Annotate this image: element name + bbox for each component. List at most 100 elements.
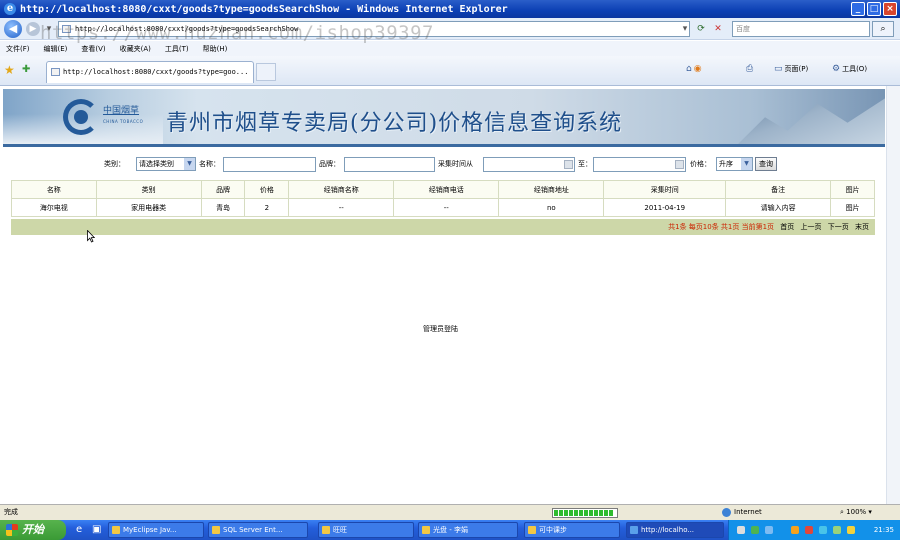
banner-mountain-decoration	[735, 98, 885, 144]
brand-label: 品牌：	[319, 160, 340, 168]
ie-logo-icon: e	[4, 3, 16, 15]
mouse-cursor-icon	[87, 230, 95, 243]
clock: 21:35	[873, 526, 894, 534]
last-page-link[interactable]: 末页	[855, 223, 869, 231]
new-tab-button[interactable]	[256, 63, 276, 81]
zoom-level[interactable]: ⌕ 100% ▾	[840, 505, 872, 520]
windows-flag-icon	[6, 524, 18, 536]
prev-page-link[interactable]: 上一页	[801, 223, 822, 231]
first-page-link[interactable]: 首页	[780, 223, 794, 231]
cell-collect-time: 2011-04-19	[603, 198, 727, 217]
vertical-scrollbar[interactable]	[886, 86, 900, 504]
folder-icon	[528, 526, 536, 534]
address-dropdown-icon[interactable]: ▾	[678, 22, 692, 36]
cell-dealer-phone: --	[393, 198, 500, 217]
name-input[interactable]	[223, 157, 316, 172]
start-button[interactable]: 开始	[0, 520, 66, 540]
column-header: 图片	[830, 180, 875, 199]
cell-dealer-address: no	[498, 198, 605, 217]
time-to-input[interactable]	[593, 157, 686, 172]
task-label: http://localho...	[641, 526, 695, 534]
taskbar-item-sync[interactable]: 可中课步	[524, 522, 620, 538]
refresh-icon[interactable]: ⟳	[694, 22, 708, 36]
maximize-button[interactable]: □	[867, 2, 881, 16]
query-button[interactable]: 查询	[755, 157, 777, 171]
cell-remark: 请输入内容	[725, 198, 832, 217]
favorites-star-icon[interactable]: ★	[4, 63, 15, 77]
menu-tools[interactable]: 工具(T)	[165, 44, 189, 54]
loading-progress-bar	[552, 508, 618, 518]
cell-picture-link[interactable]: 图片	[830, 198, 875, 217]
tray-network-icon[interactable]	[751, 526, 759, 534]
page-icon: ▭	[774, 64, 783, 74]
quick-launch-desktop-icon[interactable]: ▣	[92, 524, 101, 535]
column-header: 采集时间	[603, 180, 727, 199]
ie-icon	[630, 526, 638, 534]
feeds-icon: ◉	[693, 64, 702, 74]
globe-icon	[722, 507, 731, 517]
logo-text: 中国烟草	[103, 106, 140, 116]
taskbar-item-ie[interactable]: http://localho...	[626, 522, 724, 538]
menu-file[interactable]: 文件(F)	[6, 44, 30, 54]
taskbar-item-wangwang[interactable]: 旺旺	[318, 522, 414, 538]
system-tray: 21:35	[728, 520, 900, 540]
taskbar-item-folder[interactable]: 光盘 - 李娟	[418, 522, 518, 538]
stop-icon[interactable]: ✕	[711, 22, 725, 36]
task-label: SQL Server Ent...	[223, 526, 283, 534]
tray-update-icon[interactable]	[833, 526, 841, 534]
calendar-icon[interactable]	[564, 160, 573, 169]
goods-table: 名称 类别 品牌 价格 经销商名称 经销商电话 经销商地址 采集时间 备注 图片…	[11, 180, 875, 217]
cell-category: 家用电器类	[95, 198, 202, 217]
menu-edit[interactable]: 编辑(E)	[44, 44, 68, 54]
tray-security-icon[interactable]	[805, 526, 813, 534]
menu-help[interactable]: 帮助(H)	[203, 44, 228, 54]
site-banner: 中国烟草 CHINA TOBACCO 青州市烟草专卖局(分公司)价格信息查询系统	[3, 89, 885, 147]
admin-login-link[interactable]: 管理员登陆	[423, 324, 458, 334]
menu-favorites[interactable]: 收藏夹(A)	[120, 44, 151, 54]
page-menu[interactable]: ▭ 页面(P)	[774, 64, 808, 74]
tray-volume-icon[interactable]	[819, 526, 827, 534]
tray-app-icon[interactable]	[791, 526, 799, 534]
quick-launch-ie-icon[interactable]: e	[76, 524, 82, 535]
column-header: 名称	[11, 180, 97, 199]
search-input[interactable]: 百度	[732, 21, 870, 37]
brand-input[interactable]	[344, 157, 435, 172]
tray-keyboard-icon[interactable]	[737, 526, 745, 534]
column-header: 经销商地址	[498, 180, 605, 199]
tray-misc-icon[interactable]	[847, 526, 855, 534]
calendar-icon[interactable]	[675, 160, 684, 169]
logo-subtext: CHINA TOBACCO	[103, 119, 144, 124]
add-favorite-icon[interactable]: ✚	[22, 64, 30, 75]
app-icon	[112, 526, 120, 534]
search-icon[interactable]: ⌕	[872, 21, 894, 37]
menu-view[interactable]: 查看(V)	[81, 44, 105, 54]
cell-dealer-name: --	[288, 198, 395, 217]
taskbar-item-sqlserver[interactable]: SQL Server Ent...	[208, 522, 308, 538]
time-from-label: 采集时间从	[438, 160, 473, 168]
category-select[interactable]: 请选择类别 ▼	[136, 157, 196, 171]
pagination-summary: 共1条 每页10条 共1页 当前第1页	[668, 223, 775, 231]
minimize-button[interactable]: _	[851, 2, 865, 16]
price-order-select[interactable]: 升序 ▼	[716, 157, 753, 171]
forward-button[interactable]: ▶	[26, 22, 40, 36]
tray-chat-icon[interactable]	[765, 526, 773, 534]
column-header: 类别	[95, 180, 202, 199]
taskbar-item-myeclipse[interactable]: MyEclipse Jav...	[108, 522, 204, 538]
task-label: 可中课步	[539, 526, 567, 534]
home-button[interactable]: ⌂ ◉	[686, 64, 702, 74]
window-title-bar: e http://localhost:8080/cxxt/goods?type=…	[0, 0, 900, 18]
windows-taskbar: 开始 e ▣ MyEclipse Jav... SQL Server Ent..…	[0, 520, 900, 540]
window-controls: _ □ ×	[851, 2, 897, 16]
print-button[interactable]: ⎙	[746, 64, 753, 74]
window-title: http://localhost:8080/cxxt/goods?type=go…	[20, 3, 508, 15]
tools-menu[interactable]: ⚙ 工具(O)	[832, 64, 867, 74]
back-button[interactable]: ◀	[4, 20, 22, 38]
time-from-input[interactable]	[483, 157, 575, 172]
tab-bar: ★ ✚ http://localhost:8080/cxxt/goods?typ…	[0, 56, 900, 86]
app-icon	[322, 526, 330, 534]
status-text: 完成	[4, 508, 18, 516]
close-button[interactable]: ×	[883, 2, 897, 16]
next-page-link[interactable]: 下一页	[828, 223, 849, 231]
tab-current[interactable]: http://localhost:8080/cxxt/goods?type=go…	[46, 61, 254, 83]
tab-page-icon	[51, 68, 60, 76]
